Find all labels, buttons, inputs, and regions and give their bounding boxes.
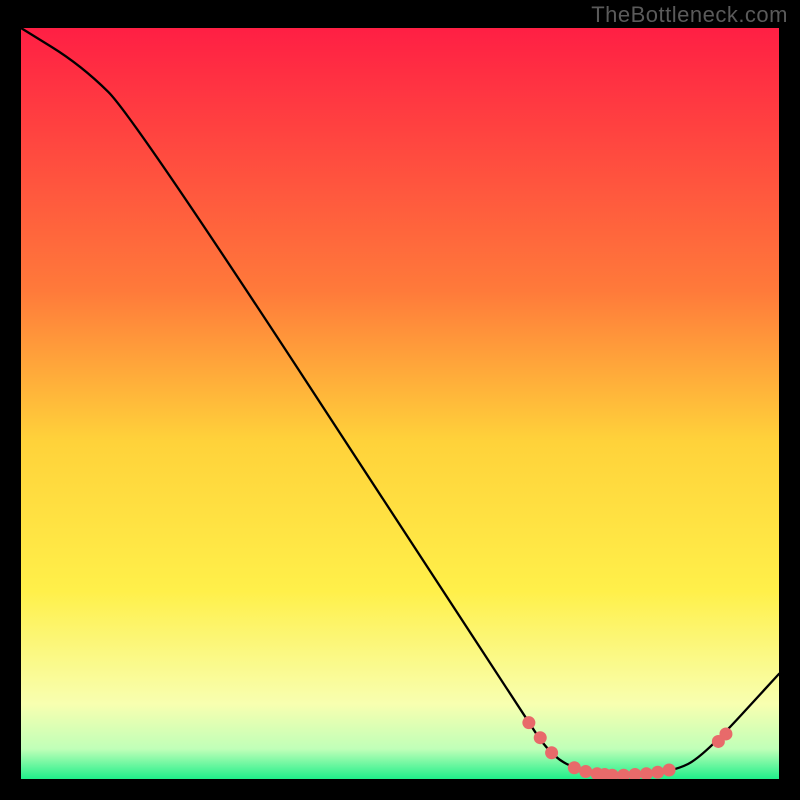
- marker-dot: [545, 746, 558, 759]
- marker-dot: [651, 766, 664, 779]
- marker-dot: [663, 763, 676, 776]
- marker-dot: [568, 761, 581, 774]
- marker-dot: [522, 716, 535, 729]
- marker-dot: [579, 765, 592, 778]
- marker-dot: [719, 727, 732, 740]
- chart-frame: TheBottleneck.com: [0, 0, 800, 800]
- plot-area: [21, 28, 779, 779]
- chart-svg: [21, 28, 779, 779]
- watermark-text: TheBottleneck.com: [591, 2, 788, 28]
- gradient-background: [21, 28, 779, 779]
- marker-dot: [534, 731, 547, 744]
